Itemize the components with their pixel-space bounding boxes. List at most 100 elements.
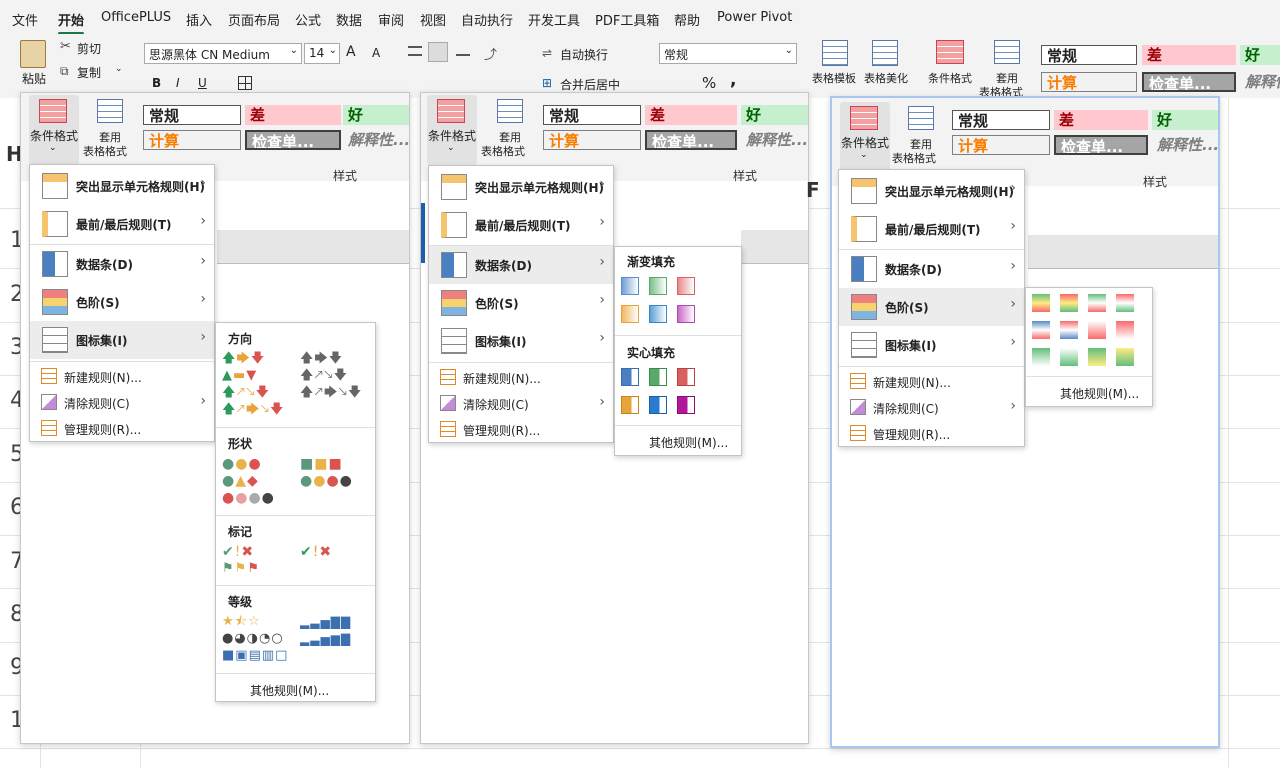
number-format-select[interactable]: 常规 ⌄ bbox=[659, 43, 797, 64]
style-calc[interactable]: 计算 bbox=[143, 130, 241, 150]
menu-item-data-bars[interactable]: 数据条(D) › bbox=[839, 250, 1024, 288]
tab-power-pivot[interactable]: Power Pivot bbox=[717, 10, 792, 25]
symbols-circled-icon[interactable]: ✔!✖ bbox=[222, 545, 254, 559]
tab-pdf-tools[interactable]: PDF工具箱 bbox=[595, 10, 659, 29]
tab-data[interactable]: 数据 bbox=[336, 10, 362, 29]
paste-label[interactable]: 粘贴 bbox=[22, 70, 46, 87]
shrink-font-button[interactable]: A bbox=[372, 46, 380, 60]
menu-item-clear-rules[interactable]: 清除规则(C) › bbox=[839, 394, 1024, 420]
align-top-icon[interactable] bbox=[408, 46, 422, 56]
conditional-format-icon[interactable] bbox=[936, 40, 964, 64]
gradient-blue-bar[interactable] bbox=[621, 277, 639, 295]
tab-developer[interactable]: 开发工具 bbox=[528, 10, 580, 29]
font-size-select[interactable]: 14 ⌄ bbox=[304, 43, 340, 64]
merge-center-button[interactable]: 合并后居中 bbox=[560, 76, 620, 93]
boxes-5-icon[interactable]: ■▣▤▥□ bbox=[222, 649, 288, 663]
style-explain[interactable]: 解释性... bbox=[343, 130, 409, 150]
merge-icon[interactable]: ⊞ bbox=[542, 76, 552, 90]
menu-item-new-rule[interactable]: 新建规则(N)... bbox=[429, 364, 613, 390]
style-check[interactable]: 检查单... bbox=[245, 130, 341, 150]
arrows-4-colored-icon[interactable]: 🡅🡕🡖🡇 bbox=[222, 386, 270, 400]
traffic-lights-3-icon[interactable]: ●●● bbox=[222, 457, 262, 471]
scale-green-yellow[interactable] bbox=[1088, 348, 1106, 366]
tab-review[interactable]: 审阅 bbox=[378, 10, 404, 29]
tab-help[interactable]: 帮助 bbox=[674, 10, 700, 29]
wrap-text-icon[interactable]: ⇌ bbox=[542, 46, 552, 60]
menu-item-new-rule[interactable]: 新建规则(N)... bbox=[839, 368, 1024, 394]
tab-page-layout[interactable]: 页面布局 bbox=[228, 10, 280, 29]
triangles-3-icon[interactable]: ▲▬▼ bbox=[222, 369, 257, 383]
orientation-icon[interactable]: ⤴ bbox=[484, 44, 497, 63]
menu-item-data-bars[interactable]: 数据条(D) › bbox=[429, 246, 613, 284]
copy-button[interactable]: 复制 bbox=[77, 64, 101, 81]
scale-red-white-green[interactable] bbox=[1116, 294, 1134, 312]
menu-item-top-bottom-rules[interactable]: 最前/最后规则(T) › bbox=[30, 205, 214, 243]
more-rules-button[interactable]: 其他规则(M)... bbox=[250, 682, 329, 699]
scale-white-green[interactable] bbox=[1060, 348, 1078, 366]
apply-table-format-icon[interactable] bbox=[908, 106, 934, 130]
copy-icon[interactable]: ⧉ bbox=[60, 64, 69, 79]
tab-officeplus[interactable]: OfficePLUS bbox=[101, 10, 171, 25]
copy-dropdown-icon[interactable]: ⌄ bbox=[115, 64, 123, 74]
comma-button[interactable]: , bbox=[730, 70, 736, 90]
menu-item-icon-sets[interactable]: 图标集(I) › bbox=[30, 321, 214, 359]
style-calc[interactable]: 计算 bbox=[1041, 72, 1137, 92]
table-beautify-button[interactable]: 表格美化 bbox=[864, 70, 908, 86]
gradient-green-bar[interactable] bbox=[649, 277, 667, 295]
gradient-lightblue-bar[interactable] bbox=[649, 305, 667, 323]
traffic-lights-4-icon[interactable]: ●●●● bbox=[300, 474, 353, 488]
menu-item-top-bottom-rules[interactable]: 最前/最后规则(T) › bbox=[839, 210, 1024, 248]
table-beautify-icon[interactable] bbox=[872, 40, 898, 66]
percent-button[interactable]: % bbox=[702, 74, 716, 92]
tab-home[interactable]: 开始 bbox=[58, 10, 85, 35]
solid-red-bar[interactable] bbox=[677, 368, 695, 386]
style-calc[interactable]: 计算 bbox=[952, 135, 1050, 155]
menu-item-icon-sets[interactable]: 图标集(I) › bbox=[429, 322, 613, 360]
menu-item-manage-rules[interactable]: 管理规则(R)... bbox=[429, 416, 613, 442]
border-icon[interactable] bbox=[238, 76, 252, 90]
style-bad[interactable]: 差 bbox=[1054, 110, 1148, 130]
style-normal[interactable]: 常规 bbox=[1041, 45, 1137, 65]
apply-table-label-2[interactable]: 表格格式 bbox=[481, 143, 525, 159]
menu-item-highlight-rules[interactable]: 突出显示单元格规则(H) › bbox=[429, 168, 613, 206]
style-check[interactable]: 检查单... bbox=[645, 130, 737, 150]
apply-table-label-2[interactable]: 表格格式 bbox=[83, 143, 127, 159]
style-normal[interactable]: 常规 bbox=[143, 105, 241, 125]
style-explain[interactable]: 解释性... bbox=[1152, 135, 1218, 155]
menu-item-color-scales[interactable]: 色阶(S) › bbox=[429, 284, 613, 322]
arrows-3-gray-icon[interactable]: 🡅🡆🡇 bbox=[300, 352, 343, 366]
signal-4-icon[interactable]: ▂▃▅▇▇ bbox=[300, 615, 351, 629]
signal-5-icon[interactable]: ▂▃▅▆▇ bbox=[300, 632, 351, 646]
conditional-format-button[interactable]: 条件格式 bbox=[928, 70, 972, 86]
solid-orange-bar[interactable] bbox=[621, 396, 639, 414]
style-explain[interactable]: 解释性... bbox=[741, 130, 808, 150]
arrows-5-gray-icon[interactable]: 🡅🡕🡆🡖🡇 bbox=[300, 386, 362, 400]
menu-item-manage-rules[interactable]: 管理规则(R)... bbox=[30, 415, 214, 441]
menu-item-icon-sets[interactable]: 图标集(I) › bbox=[839, 326, 1024, 364]
tab-insert[interactable]: 插入 bbox=[186, 10, 212, 29]
italic-button[interactable]: I bbox=[176, 76, 180, 90]
symbols-uncircled-icon[interactable]: ✔!✖ bbox=[300, 545, 332, 559]
scissors-icon[interactable]: ✂ bbox=[60, 39, 71, 54]
apply-table-format-icon[interactable] bbox=[994, 40, 1020, 64]
style-bad[interactable]: 差 bbox=[1142, 45, 1236, 65]
menu-item-new-rule[interactable]: 新建规则(N)... bbox=[30, 363, 214, 389]
table-template-icon[interactable] bbox=[822, 40, 848, 66]
style-bad[interactable]: 差 bbox=[645, 105, 737, 125]
scale-red-yellow-green[interactable] bbox=[1060, 294, 1078, 312]
table-template-button[interactable]: 表格模板 bbox=[812, 70, 856, 86]
style-normal[interactable]: 常规 bbox=[952, 110, 1050, 130]
grow-font-button[interactable]: A bbox=[346, 44, 356, 60]
style-explain[interactable]: 解释性... bbox=[1240, 72, 1280, 92]
signs-3-icon[interactable]: ●▲◆ bbox=[222, 474, 259, 488]
red-to-black-icon[interactable]: ●●●● bbox=[222, 491, 275, 505]
align-middle-icon[interactable] bbox=[428, 42, 448, 62]
more-rules-button[interactable]: 其他规则(M)... bbox=[1060, 385, 1139, 402]
solid-blue-bar[interactable] bbox=[621, 368, 639, 386]
paste-icon[interactable] bbox=[20, 40, 46, 68]
style-good[interactable]: 好 bbox=[1240, 45, 1280, 65]
font-name-select[interactable]: 思源黑体 CN Medium ⌄ bbox=[144, 43, 302, 64]
gradient-purple-bar[interactable] bbox=[677, 305, 695, 323]
tab-formulas[interactable]: 公式 bbox=[295, 10, 321, 29]
align-bottom-icon[interactable] bbox=[456, 46, 470, 56]
